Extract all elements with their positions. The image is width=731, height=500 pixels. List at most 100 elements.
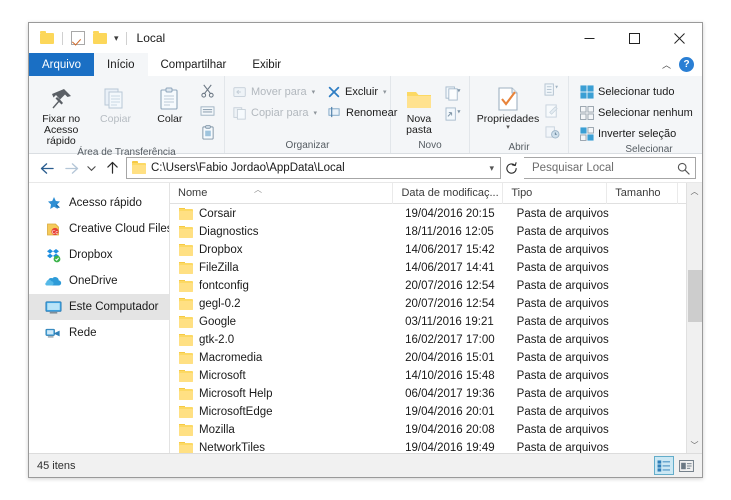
copy-path-icon[interactable]: [197, 101, 219, 121]
table-row[interactable]: Dropbox 14/06/2017 15:42 Pasta de arquivos: [170, 241, 686, 259]
file-name-cell[interactable]: gtk-2.0: [170, 334, 397, 346]
file-name-cell[interactable]: fontconfig: [170, 280, 397, 292]
file-modified-cell: 03/11/2016 19:21: [405, 316, 494, 328]
folder-icon: [179, 334, 193, 346]
edit-icon[interactable]: [541, 101, 563, 121]
sidebar-item-onedrive[interactable]: OneDrive: [29, 268, 169, 294]
move-to-button[interactable]: Mover para ▾: [230, 81, 320, 102]
properties-button[interactable]: Propriedades ▾: [475, 79, 541, 131]
tab-arquivo[interactable]: Arquivo: [29, 53, 94, 76]
chevron-down-icon[interactable]: ▾: [111, 33, 122, 43]
delete-button[interactable]: Excluir ▾: [324, 81, 400, 102]
chevron-down-icon-address[interactable]: ▾: [487, 163, 496, 174]
rename-button[interactable]: Renomear: [324, 102, 400, 123]
forward-button[interactable]: [59, 157, 83, 179]
close-button[interactable]: [657, 23, 702, 53]
column-header-tipo[interactable]: Tipo: [503, 182, 608, 204]
properties-check-icon[interactable]: [67, 27, 89, 49]
address-folder-icon: [132, 161, 146, 174]
column-header-spacer[interactable]: [678, 183, 686, 204]
file-name-cell[interactable]: NetworkTiles: [170, 442, 397, 453]
paste-shortcut-icon[interactable]: [197, 122, 219, 142]
table-row[interactable]: Diagnostics 18/11/2016 12:05 Pasta de arqu…: [170, 223, 686, 241]
file-name-cell[interactable]: gegl-0.2: [170, 298, 397, 310]
select-none-button[interactable]: Selecionar nenhum: [577, 102, 696, 123]
paste-button[interactable]: Colar: [143, 79, 197, 125]
svg-text:Cc: Cc: [51, 230, 57, 236]
back-button[interactable]: [35, 157, 59, 179]
new-item-icon[interactable]: ▾: [442, 83, 464, 103]
cut-scissors-icon[interactable]: [197, 80, 219, 100]
sidebar-item-este-computador[interactable]: Este Computador: [29, 294, 169, 320]
file-name-cell[interactable]: Google: [170, 316, 397, 328]
system-menu-folder-icon[interactable]: [36, 27, 58, 49]
table-row[interactable]: Microsoft 14/10/2016 15:48 Pasta de arquiv…: [170, 367, 686, 385]
tab-inicio[interactable]: Início: [94, 53, 148, 76]
table-row[interactable]: Microsoft Help 06/04/2017 19:36 Pasta de a…: [170, 385, 686, 403]
file-name-cell[interactable]: Dropbox: [170, 244, 397, 256]
table-row[interactable]: Corsair 19/04/2016 20:15 Pasta de arquivos: [170, 205, 686, 223]
table-row[interactable]: fontconfig 20/07/2016 12:54 Pasta de arqui…: [170, 277, 686, 295]
pin-to-quick-access-button[interactable]: Fixar no Acesso rápido: [34, 79, 88, 147]
scroll-up-button[interactable]: ︿: [687, 183, 703, 199]
column-header-nome[interactable]: Nome: [170, 182, 394, 204]
details-view-button[interactable]: [654, 456, 674, 475]
column-header-data-modificacao[interactable]: Data de modificaç...: [393, 182, 504, 204]
file-name-cell[interactable]: Microsoft: [170, 370, 397, 382]
copy-button[interactable]: Copiar: [88, 79, 142, 125]
table-row[interactable]: gegl-0.2 20/07/2016 12:54 Pasta de arquivo…: [170, 295, 686, 313]
sidebar-item-rede[interactable]: Rede: [29, 320, 169, 346]
file-type-cell: Pasta de arquivos: [516, 442, 609, 453]
file-name-cell[interactable]: Mozilla: [170, 424, 397, 436]
sidebar-item-acesso-rapido[interactable]: Acesso rápido: [29, 190, 169, 216]
file-name-cell[interactable]: Diagnostics: [170, 226, 397, 238]
sidebar-item-dropbox[interactable]: Dropbox: [29, 242, 169, 268]
column-header-tamanho[interactable]: Tamanho: [607, 182, 678, 204]
table-row[interactable]: NetworkTiles 19/04/2016 19:49 Pasta de arq…: [170, 439, 686, 453]
chevron-down-icon-properties[interactable]: ▾: [506, 124, 510, 131]
scrollbar-track[interactable]: [687, 199, 703, 437]
open-icon[interactable]: ▾: [541, 80, 563, 100]
copy-to-button[interactable]: Copiar para ▾: [230, 102, 320, 123]
search-input[interactable]: Pesquisar Local: [524, 157, 696, 179]
refresh-button[interactable]: [501, 157, 521, 179]
scrollbar-thumb[interactable]: [687, 270, 702, 322]
view-toggle-group: [654, 456, 696, 475]
file-name-cell[interactable]: Corsair: [170, 208, 397, 220]
file-name-cell[interactable]: Macromedia: [170, 352, 397, 364]
chevron-down-icon-2[interactable]: ▾: [313, 109, 317, 117]
chevron-down-icon-3[interactable]: ▾: [383, 88, 387, 96]
scroll-down-button[interactable]: ﹀: [687, 437, 703, 453]
help-icon[interactable]: ?: [679, 57, 694, 72]
table-row[interactable]: gtk-2.0 16/02/2017 17:00 Pasta de arquivos: [170, 331, 686, 349]
file-type-cell: Pasta de arquivos: [516, 244, 609, 256]
up-button[interactable]: [100, 157, 124, 179]
table-row[interactable]: Mozilla 19/04/2016 20:08 Pasta de arquivos: [170, 421, 686, 439]
file-name-cell[interactable]: FileZilla: [170, 262, 397, 274]
vertical-scrollbar[interactable]: ︿ ﹀: [686, 183, 702, 453]
invert-selection-button[interactable]: Inverter seleção: [577, 123, 696, 144]
tab-compartilhar[interactable]: Compartilhar: [148, 53, 240, 76]
table-row[interactable]: FileZilla 14/06/2017 14:41 Pasta de arquiv…: [170, 259, 686, 277]
file-name-cell[interactable]: Microsoft Help: [170, 388, 397, 400]
table-row[interactable]: MicrosoftEdge 19/04/2016 20:01 Pasta de ar…: [170, 403, 686, 421]
new-folder-icon[interactable]: [89, 27, 111, 49]
folder-icon: [179, 208, 193, 220]
table-row[interactable]: Google 03/11/2016 19:21 Pasta de arquivos: [170, 313, 686, 331]
easy-access-icon[interactable]: ▾: [442, 104, 464, 124]
table-row[interactable]: Macromedia 20/04/2016 15:01 Pasta de arqui…: [170, 349, 686, 367]
sidebar-item-creative-cloud-files[interactable]: Cc Creative Cloud Files: [29, 216, 169, 242]
recent-locations-button[interactable]: [83, 157, 100, 179]
address-input[interactable]: C:\Users\Fabio Jordao\AppData\Local ▾: [126, 157, 501, 179]
history-icon[interactable]: [541, 122, 563, 142]
select-all-button[interactable]: Selecionar tudo: [577, 81, 696, 102]
tab-exibir[interactable]: Exibir: [239, 53, 294, 76]
large-icons-view-button[interactable]: [676, 456, 696, 475]
minimize-button[interactable]: [567, 23, 612, 53]
chevron-down-icon[interactable]: ▾: [312, 88, 316, 96]
file-name-cell[interactable]: MicrosoftEdge: [170, 406, 397, 418]
file-type-cell: Pasta de arquivos: [516, 298, 609, 310]
chevron-up-icon[interactable]: ︿: [662, 58, 671, 71]
new-folder-button[interactable]: Nova pasta: [396, 79, 442, 136]
maximize-button[interactable]: [612, 23, 657, 53]
